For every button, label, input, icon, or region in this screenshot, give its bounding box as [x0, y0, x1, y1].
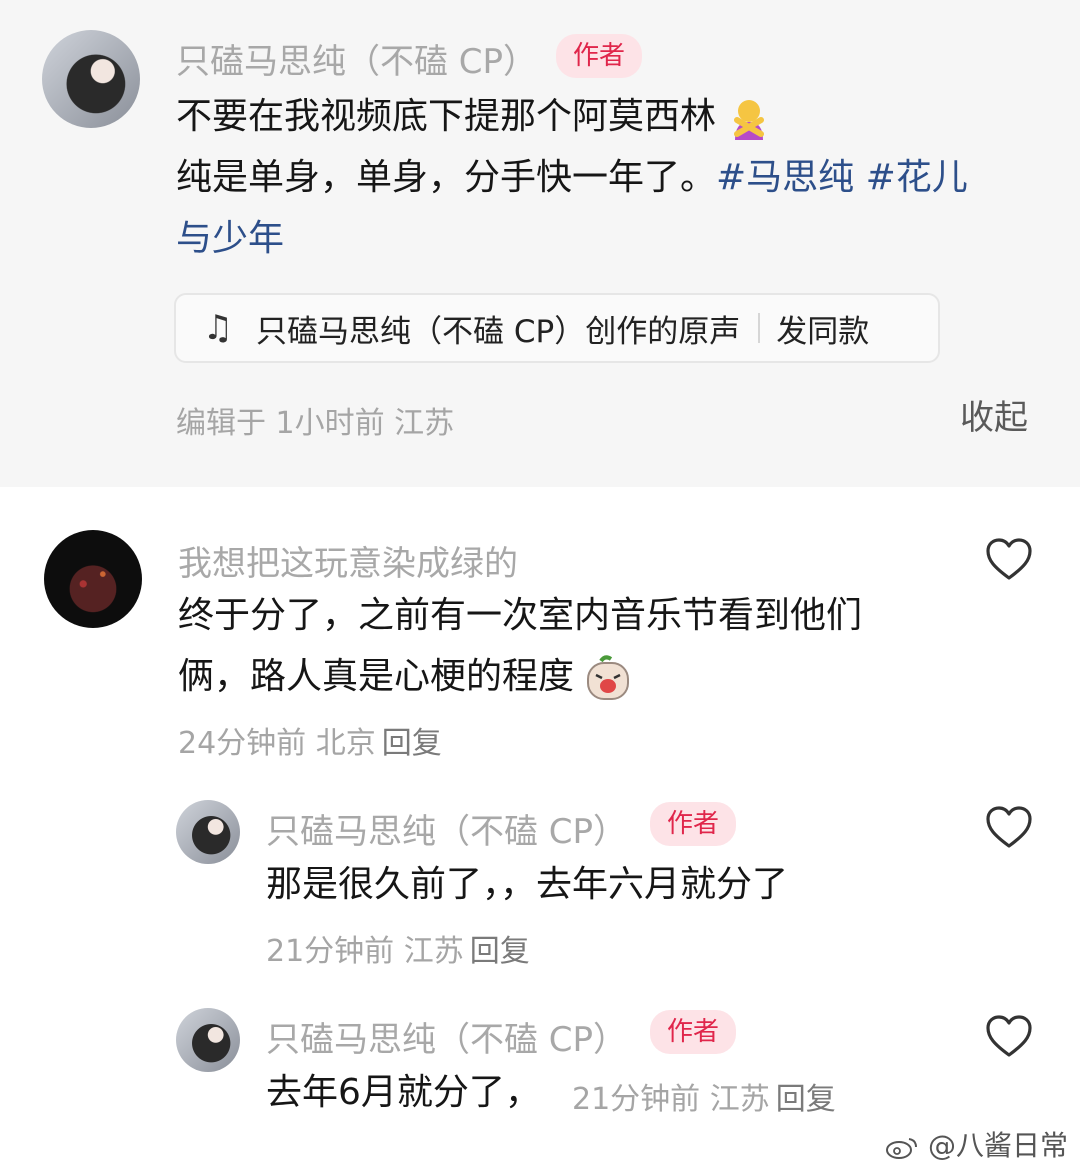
heart-outline-icon[interactable]	[984, 536, 1034, 582]
reply-time-location: 21分钟前 江苏	[572, 1082, 770, 1117]
author-avatar[interactable]	[176, 800, 240, 864]
commenter-username[interactable]: 我想把这玩意染成绿的	[178, 536, 518, 585]
hashtag-huaer-cont[interactable]: 与少年	[176, 208, 1036, 269]
post-line-2: 纯是单身，单身，分手快一年了。	[176, 157, 717, 198]
author-username[interactable]: 只磕马思纯（不磕 CP）	[176, 34, 537, 83]
reply-text: 那是很久前了，，去年六月就分了	[266, 864, 789, 905]
sound-title[interactable]: 只磕马思纯（不磕 CP）创作的原声	[256, 306, 740, 351]
original-sound-bar[interactable]: ♫ 只磕马思纯（不磕 CP）创作的原声 发同款	[174, 293, 940, 363]
reply-button[interactable]: 回复	[382, 726, 442, 761]
author-badge: 作者	[650, 802, 736, 846]
main-post: 只磕马思纯（不磕 CP） 作者 不要在我视频底下提那个阿莫西林 纯是单身，单身，…	[0, 0, 1080, 487]
heart-outline-icon[interactable]	[984, 804, 1034, 850]
comment-meta: 24分钟前 北京 回复	[178, 718, 442, 762]
divider	[758, 313, 761, 343]
author-avatar[interactable]	[176, 1008, 240, 1072]
post-line-1: 不要在我视频底下提那个阿莫西林	[176, 96, 717, 137]
comment-line-1: 终于分了，之前有一次室内音乐节看到他们	[178, 595, 863, 636]
comment-text: 终于分了，之前有一次室内音乐节看到他们 俩，路人真是心梗的程度	[178, 585, 958, 707]
use-sound-button[interactable]: 发同款	[776, 306, 869, 351]
author-username[interactable]: 只磕马思纯（不磕 CP）	[266, 1012, 627, 1061]
comment-time-location: 24分钟前 北京	[178, 726, 376, 761]
reply-time-location: 21分钟前 江苏	[266, 934, 464, 969]
heart-outline-icon[interactable]	[984, 1013, 1034, 1059]
reply-meta: 21分钟前 江苏 回复	[572, 1074, 836, 1118]
comment-line-2: 俩，路人真是心梗的程度	[178, 656, 575, 697]
post-text: 不要在我视频底下提那个阿莫西林 纯是单身，单身，分手快一年了。#马思纯 #花儿 …	[176, 86, 1036, 269]
collapse-button[interactable]: 收起	[960, 390, 1028, 439]
watermark-text: @八酱日常	[927, 1129, 1068, 1162]
reply-meta: 21分钟前 江苏 回复	[266, 926, 530, 970]
author-avatar[interactable]	[42, 30, 140, 128]
post-meta: 编辑于 1小时前 江苏	[176, 406, 455, 441]
reply-text: 去年6月就分了，	[266, 1072, 541, 1113]
author-username[interactable]: 只磕马思纯（不磕 CP）	[266, 804, 627, 853]
reply-button[interactable]: 回复	[776, 1082, 836, 1117]
author-badge: 作者	[650, 1010, 736, 1054]
music-note-icon: ♫	[202, 308, 234, 348]
crying-face-emoji	[587, 655, 630, 700]
commenter-avatar[interactable]	[44, 530, 142, 628]
reply-button[interactable]: 回复	[470, 934, 530, 969]
weibo-logo-icon	[886, 1138, 918, 1159]
author-badge: 作者	[556, 34, 642, 78]
hashtag-masichun[interactable]: #马思纯	[716, 157, 854, 198]
person-gesturing-no-emoji	[734, 100, 765, 140]
watermark: @八酱日常	[885, 1124, 1068, 1164]
hashtag-huaer[interactable]: #花儿	[866, 157, 968, 198]
